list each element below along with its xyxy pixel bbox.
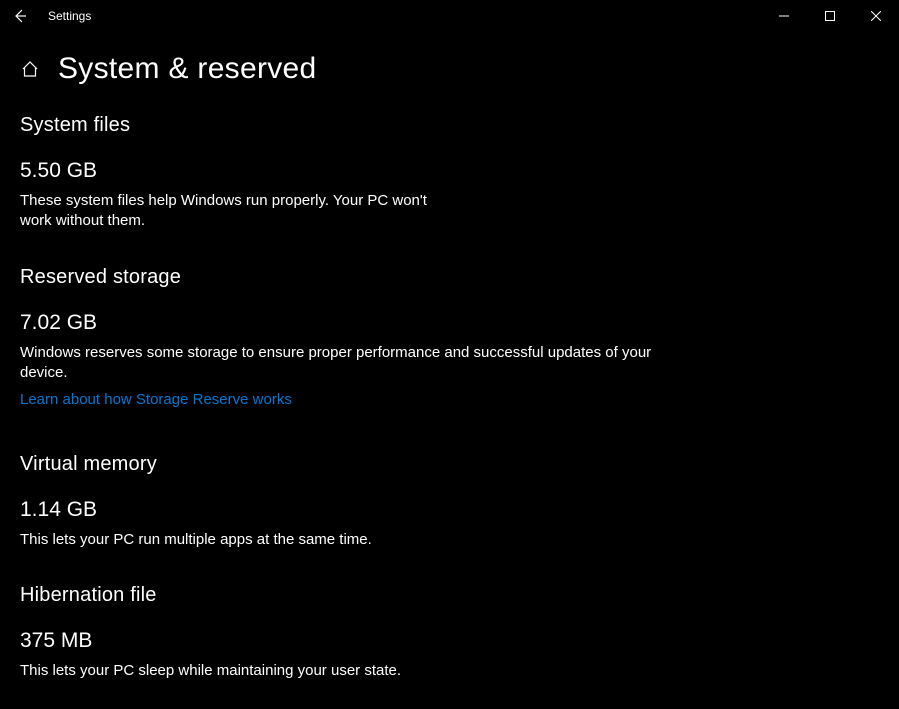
maximize-button[interactable] <box>807 0 853 32</box>
home-icon <box>21 60 39 78</box>
reserved-storage-section: Reserved storage 7.02 GB Windows reserve… <box>20 266 879 410</box>
back-arrow-icon <box>12 8 28 24</box>
minimize-button[interactable] <box>761 0 807 32</box>
virtual-memory-title: Virtual memory <box>20 453 879 476</box>
minimize-icon <box>779 11 789 21</box>
app-title: Settings <box>48 9 91 23</box>
maximize-icon <box>825 11 835 21</box>
system-files-description: These system files help Windows run prop… <box>20 191 440 232</box>
virtual-memory-description: This lets your PC run multiple apps at t… <box>20 530 660 550</box>
close-icon <box>871 11 881 21</box>
close-button[interactable] <box>853 0 899 32</box>
system-files-title: System files <box>20 114 879 137</box>
content-area: System & reserved System files 5.50 GB T… <box>0 32 899 682</box>
titlebar-left: Settings <box>8 4 91 28</box>
virtual-memory-section: Virtual memory 1.14 GB This lets your PC… <box>20 453 879 550</box>
reserved-storage-title: Reserved storage <box>20 266 879 289</box>
virtual-memory-value: 1.14 GB <box>20 498 879 522</box>
hibernation-file-section: Hibernation file 375 MB This lets your P… <box>20 584 879 681</box>
reserved-storage-value: 7.02 GB <box>20 311 879 335</box>
system-files-section: System files 5.50 GB These system files … <box>20 114 879 232</box>
titlebar: Settings <box>0 0 899 32</box>
hibernation-file-value: 375 MB <box>20 629 879 653</box>
back-button[interactable] <box>8 4 32 28</box>
hibernation-file-title: Hibernation file <box>20 584 879 607</box>
page-header: System & reserved <box>20 52 879 86</box>
window-controls <box>761 0 899 32</box>
storage-reserve-link[interactable]: Learn about how Storage Reserve works <box>20 391 292 408</box>
hibernation-file-description: This lets your PC sleep while maintainin… <box>20 661 660 681</box>
system-files-value: 5.50 GB <box>20 159 879 183</box>
page-title: System & reserved <box>58 52 317 86</box>
reserved-storage-description: Windows reserves some storage to ensure … <box>20 343 660 384</box>
home-button[interactable] <box>20 59 40 79</box>
